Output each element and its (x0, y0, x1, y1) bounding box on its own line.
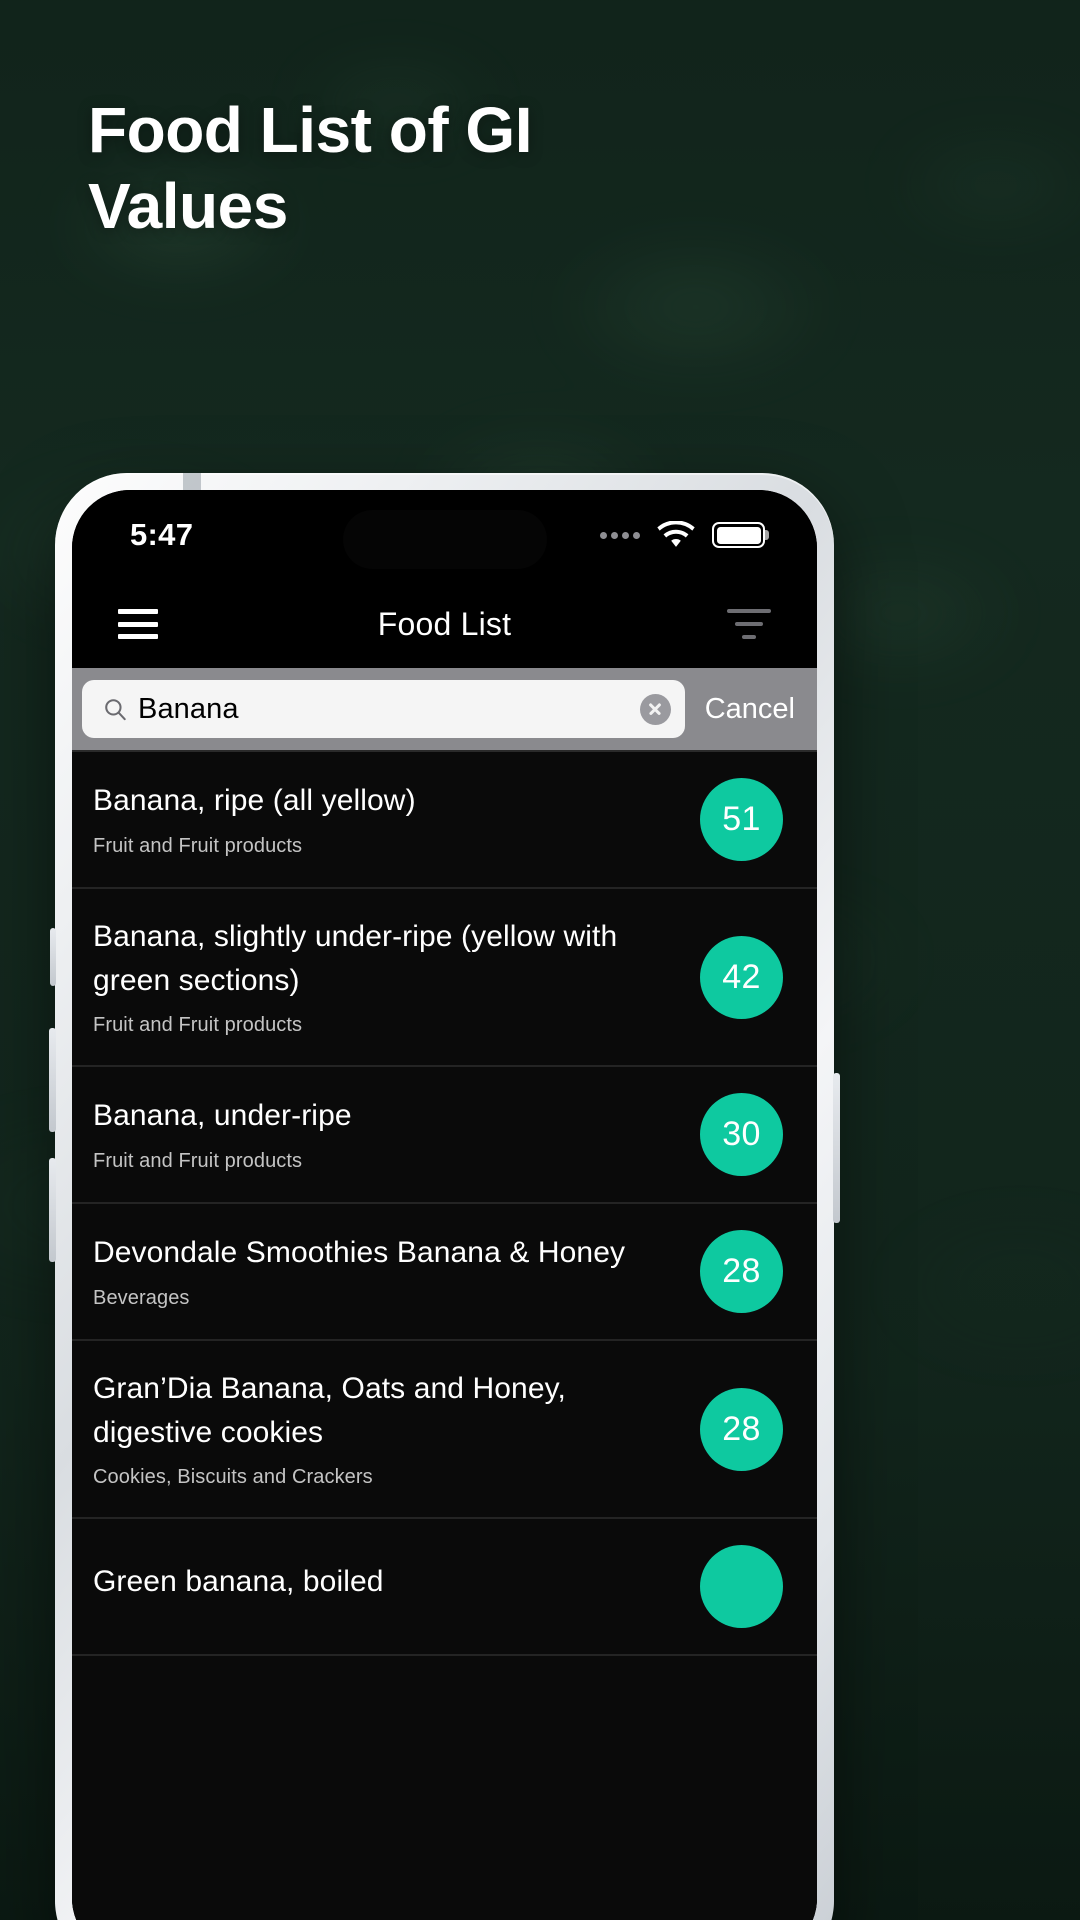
battery-full-icon (712, 522, 765, 548)
table-row[interactable]: Devondale Smoothies Banana & Honey Bever… (72, 1204, 817, 1341)
food-category: Beverages (93, 1286, 190, 1309)
search-input[interactable]: Banana (82, 680, 685, 738)
table-row[interactable]: Banana, under-ripe Fruit and Fruit produ… (72, 1067, 817, 1204)
food-row-texts: Green banana, boiled (93, 1560, 686, 1613)
table-row[interactable]: Green banana, boiled (72, 1519, 817, 1656)
food-list[interactable]: Banana, ripe (all yellow) Fruit and Frui… (72, 750, 817, 1920)
clear-circle-icon[interactable] (639, 693, 671, 725)
gi-value-badge: 28 (700, 1387, 783, 1471)
phone-mockup: 5:47 Food List Banana Cancel Banana, rip… (49, 473, 840, 1920)
food-name: Gran’Dia Banana, Oats and Honey, digesti… (93, 1372, 566, 1449)
food-category: Fruit and Fruit products (93, 834, 303, 857)
food-category: Cookies, Biscuits and Crackers (93, 1466, 373, 1488)
food-category: Fruit and Fruit products (93, 1149, 303, 1172)
food-name: Green banana, boiled (93, 1565, 384, 1599)
filter-icon[interactable] (727, 609, 771, 639)
search-input-value[interactable]: Banana (138, 693, 630, 726)
food-name: Banana, under-ripe (93, 1099, 352, 1133)
status-bar-time: 5:47 (130, 517, 194, 552)
food-row-texts: Gran’Dia Banana, Oats and Honey, digesti… (93, 1367, 686, 1491)
power-button[interactable] (833, 1073, 840, 1223)
status-bar-indicators (600, 521, 765, 549)
food-row-texts: Devondale Smoothies Banana & Honey Bever… (93, 1231, 686, 1312)
status-bar: 5:47 (72, 490, 817, 580)
dynamic-island (342, 510, 547, 569)
gi-value-badge (700, 1545, 783, 1628)
food-name: Devondale Smoothies Banana & Honey (93, 1236, 626, 1270)
phone-antenna-seam (183, 473, 201, 490)
food-name: Banana, slightly under-ripe (yellow with… (93, 920, 618, 997)
promo-screenshot: Food List of GI Values 5:47 Food List Ba… (0, 0, 1080, 1920)
volume-down-button[interactable] (49, 1158, 56, 1262)
page-title: Food List (377, 605, 512, 642)
food-name: Banana, ripe (all yellow) (93, 784, 416, 818)
gi-value-badge: 30 (700, 1093, 783, 1176)
wifi-icon (657, 521, 695, 547)
food-row-texts: Banana, ripe (all yellow) Fruit and Frui… (93, 779, 686, 860)
search-icon (105, 699, 126, 721)
gi-value-badge: 28 (700, 1230, 783, 1313)
promo-headline: Food List of GI Values (88, 94, 532, 243)
table-row[interactable]: Gran’Dia Banana, Oats and Honey, digesti… (72, 1341, 817, 1519)
app-navigation-bar: Food List (72, 580, 817, 668)
signal-dots-icon (600, 531, 640, 539)
mute-switch[interactable] (50, 928, 56, 986)
gi-value-badge: 42 (700, 935, 783, 1019)
cancel-button[interactable]: Cancel (685, 693, 817, 726)
volume-up-button[interactable] (49, 1028, 56, 1132)
food-category: Fruit and Fruit products (93, 1014, 303, 1036)
food-row-texts: Banana, under-ripe Fruit and Fruit produ… (93, 1094, 686, 1175)
phone-screen-bezel: 5:47 Food List Banana Cancel Banana, rip… (72, 490, 817, 1920)
table-row[interactable]: Banana, slightly under-ripe (yellow with… (72, 889, 817, 1067)
gi-value-badge: 51 (700, 778, 783, 861)
table-row[interactable]: Banana, ripe (all yellow) Fruit and Frui… (72, 752, 817, 889)
food-row-texts: Banana, slightly under-ripe (yellow with… (93, 915, 686, 1039)
search-bar: Banana Cancel (72, 668, 817, 750)
hamburger-menu-icon[interactable] (118, 609, 158, 639)
app-screen: 5:47 Food List Banana Cancel Banana, rip… (72, 490, 817, 1920)
